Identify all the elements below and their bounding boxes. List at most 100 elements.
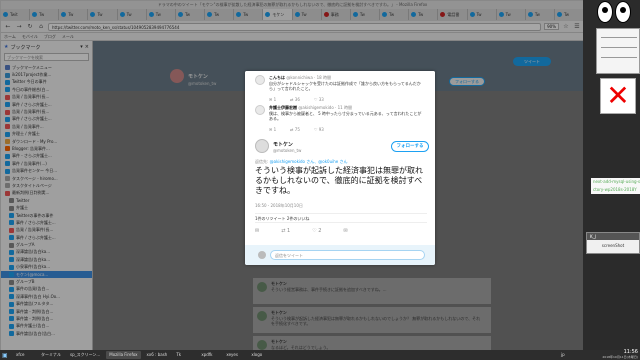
bookmark-item[interactable]: タスクページ - hiromo... <box>1 175 92 182</box>
screenshot-window[interactable]: K_J screenShot <box>586 232 640 254</box>
like-icon[interactable]: ♡ 33 <box>314 97 324 102</box>
reply-to-users[interactable]: @akishigemokido さん、@ok0uihe さん <box>270 159 348 164</box>
tab[interactable]: Tw <box>234 9 264 20</box>
taskbar-item[interactable]: xx6 : bash <box>144 351 171 359</box>
tab[interactable]: Tw <box>351 9 381 20</box>
bookmark-item[interactable]: グループA <box>1 241 92 248</box>
tab[interactable]: Tw <box>118 9 147 20</box>
tab[interactable]: Tw <box>526 9 555 20</box>
bookmark-item[interactable]: Twitter 今日の事件 <box>1 79 92 86</box>
bookmark-item[interactable]: 告発事件センター 今日... <box>1 167 92 174</box>
bookmark-item[interactable]: 事件 - さらぶ弁護士... <box>1 153 92 160</box>
like-icon[interactable]: ♡ 93 <box>314 127 324 132</box>
taskbar-item[interactable]: xpdfk <box>198 351 220 359</box>
bookmark-item[interactable]: 事件 / 告発事件(...) <box>1 160 92 167</box>
home-icon[interactable]: ⌂ <box>37 23 45 31</box>
background-tweet[interactable]: モトケン なるほど。それはどうでしょう。 <box>253 336 491 351</box>
taskbar-item[interactable]: xeyes <box>223 351 245 359</box>
bookmark-item[interactable]: 深澤事件(告白 Hyi.Oo... <box>1 293 92 300</box>
tab[interactable]: 事務 <box>322 9 351 20</box>
close-icon[interactable]: × <box>85 44 89 50</box>
bookmark-item[interactable]: Twitterの事件の事件 <box>1 212 92 219</box>
tab[interactable]: Tw <box>30 9 60 20</box>
bookmark-link[interactable]: ホーム <box>4 34 16 40</box>
like-icon[interactable]: ♡ 2 <box>312 228 321 234</box>
follow-button[interactable]: フォローする <box>391 141 429 152</box>
taskbar-item[interactable]: xfce <box>13 351 35 359</box>
background-tweet[interactable]: モトケン そういう検事が起訴した経済事犯は無罪が取れるかもしれないのでしょうか？… <box>253 307 491 333</box>
bookmark-link[interactable]: メール <box>62 34 74 40</box>
retweet-icon[interactable]: ⇄ 36 <box>290 97 300 102</box>
bookmark-item[interactable]: 事件 / さらぶ弁護士... <box>1 116 92 123</box>
reply-icon[interactable]: ✉ 1 <box>269 97 276 102</box>
bookmark-item[interactable]: 事件論 - 判例(告白... <box>1 315 92 322</box>
bookmark-item[interactable]: 深澤論告(告白ka... <box>1 256 92 263</box>
tweet-author[interactable]: モトケン <box>273 141 293 148</box>
reply-tweet[interactable]: 弁護士伊藤宏樹 @akishigemokido · 11 時間 僕は、検事から被… <box>255 105 425 135</box>
tab[interactable]: Tw <box>497 9 526 20</box>
bookmark-item[interactable]: Blogger: 告発事件... <box>1 145 92 152</box>
star-icon[interactable]: ☆ <box>562 23 570 31</box>
taskbar-item[interactable]: sp_スクリーン... <box>67 351 103 359</box>
bookmark-item[interactable]: 事件 / さらぶ弁護士... <box>1 234 92 241</box>
retweet-icon[interactable]: ⇄ 1 <box>281 228 290 234</box>
tab-active[interactable]: モケン <box>263 9 293 20</box>
follow-button[interactable]: フォローする <box>449 77 485 86</box>
url-bar[interactable]: https://twitter.com/moto_ken_ss/status/1… <box>48 22 542 31</box>
reply-input[interactable]: 返信をツイート <box>270 250 425 260</box>
bookmark-item[interactable]: 事件 / さらぶ弁護士... <box>1 101 92 108</box>
message-icon[interactable]: ✉ <box>343 228 347 234</box>
taskbar-item[interactable]: xlogo <box>248 351 270 359</box>
bookmark-item[interactable]: 事件の告発(告白... <box>1 286 92 293</box>
tab[interactable]: Tw <box>59 9 89 20</box>
tab[interactable]: Tw <box>409 9 439 20</box>
screenshot-label[interactable]: screenShot <box>587 240 639 252</box>
bookmark-item[interactable]: 事件弁護士(告白... <box>1 323 92 330</box>
bookmark-item[interactable]: 最新判例(日判例実... <box>1 190 92 197</box>
bookmark-item[interactable]: 告発 / 告発事件... <box>1 123 92 130</box>
bookmark-item[interactable]: 小泉事件(告白ka... <box>1 264 92 271</box>
taskbar-item[interactable]: Mozilla Firefox <box>106 351 141 359</box>
tab[interactable]: Twit <box>1 9 31 20</box>
bookmark-item[interactable]: 弁理士 / 弁護士 <box>1 131 92 138</box>
bookmark-item[interactable]: 事件 / さらぶ弁護士... <box>1 219 92 226</box>
reply-tweet[interactable]: こんちは @konnichiwa · 18 時間 自分がシャドルシャックを受けた… <box>255 75 425 105</box>
tab[interactable]: Tw <box>293 9 322 20</box>
bookmark-item[interactable]: 弁護士 <box>1 204 92 211</box>
bookmark-item[interactable]: 深澤論告(告白ka... <box>1 249 92 256</box>
avatar[interactable] <box>255 139 269 153</box>
tab[interactable]: 電話番 <box>438 9 468 20</box>
bookmark-item[interactable]: 事件論 - 判例(告白... <box>1 308 92 315</box>
bookmark-item[interactable]: Twitter <box>1 197 92 204</box>
bookmark-item[interactable]: ik2017project作業... <box>1 71 92 78</box>
forward-arrow-icon[interactable]: → <box>15 23 23 31</box>
bookmark-item[interactable]: 今日の事件総合(白... <box>1 86 92 93</box>
tab[interactable]: Tw <box>88 9 118 20</box>
bookmark-item[interactable]: モケン(@moca... <box>1 270 92 279</box>
bookmark-item[interactable]: グループB <box>1 278 92 285</box>
bookmark-item[interactable]: 告発 / 告発事件(長... <box>1 108 92 115</box>
bookmark-item[interactable]: 事件論告(フルタタ... <box>1 301 92 308</box>
zoom-indicator[interactable]: 90% <box>544 23 559 30</box>
tweet-button[interactable]: ツイート <box>513 57 551 66</box>
bookmark-link[interactable]: ブログ <box>44 34 56 40</box>
start-menu-icon[interactable]: ▣ <box>2 352 10 359</box>
tab[interactable]: Tw <box>205 9 235 20</box>
tab[interactable]: Tw <box>555 9 584 20</box>
reload-icon[interactable]: ↻ <box>26 23 34 31</box>
retweet-icon[interactable]: ⇄ 75 <box>290 127 300 132</box>
tab[interactable]: Tw <box>468 9 497 20</box>
bookmark-item[interactable]: ダウンロード - My Pro... <box>1 138 92 145</box>
avatar[interactable] <box>170 69 184 83</box>
taskbar-item[interactable]: Tk <box>173 351 195 359</box>
taskbar-item[interactable]: ターミナル <box>38 351 64 359</box>
tweet-stats[interactable]: 1件のリツイート 2件のいいね <box>255 213 427 223</box>
background-tweet[interactable]: モトケン そういう経営事務は、事件手続きに証拠を追加すべきですね。... <box>253 278 491 304</box>
sidebar-search-input[interactable]: ブックマークを検索 <box>4 53 89 61</box>
tab[interactable]: Tw <box>147 9 176 20</box>
bookmark-item[interactable]: ブックマークメニュー <box>1 64 92 71</box>
bookmark-item[interactable]: 事件論告(告白(告白... <box>1 330 92 337</box>
tab[interactable]: Tw <box>380 9 410 20</box>
chevron-down-icon[interactable]: ▾ <box>80 44 83 50</box>
bookmark-item[interactable]: タスクタイトルページ <box>1 182 92 189</box>
